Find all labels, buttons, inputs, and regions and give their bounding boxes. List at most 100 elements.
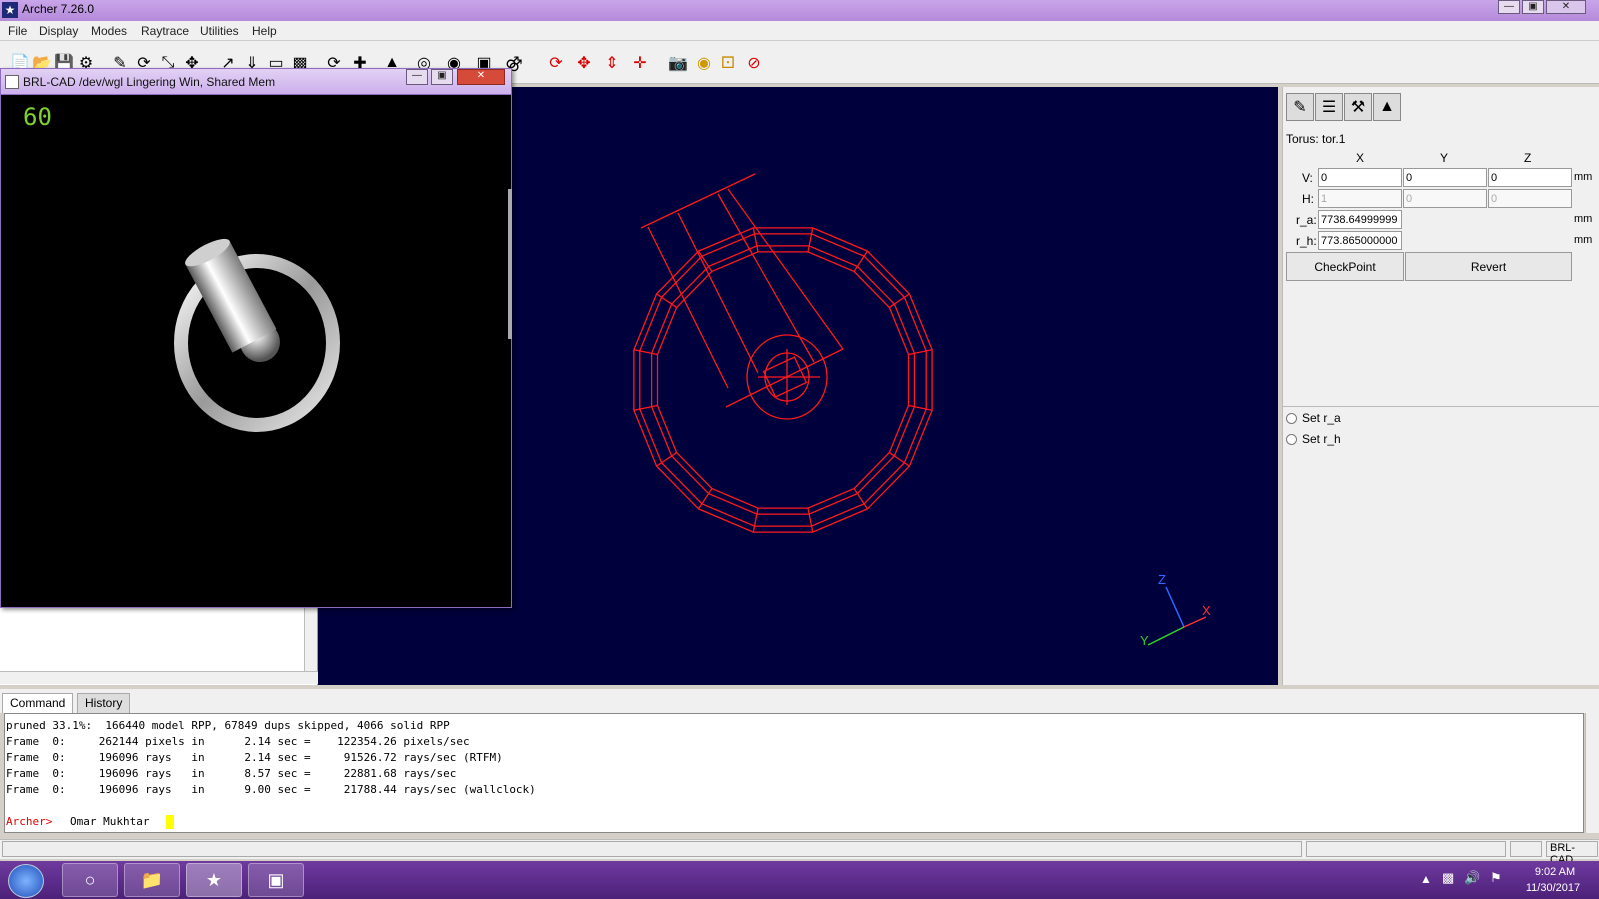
center-crosshair-icon[interactable]: ✛ [628, 50, 652, 76]
network-icon[interactable]: ▩ [1442, 870, 1454, 886]
torus-rib [908, 349, 933, 356]
status-app-label: BRL-CAD [1546, 841, 1598, 866]
raytrace-window[interactable]: BRL-CAD /dev/wgl Lingering Win, Shared M… [0, 68, 512, 608]
attributes-icon[interactable]: ☰ [1315, 93, 1343, 121]
torus-rib [633, 349, 658, 356]
menu-bar [0, 21, 1599, 41]
clock-time[interactable]: 9:02 AM [1525, 866, 1585, 878]
clean-icon[interactable]: ⚀ [716, 50, 740, 76]
panel-divider [1283, 406, 1599, 407]
close-icon[interactable]: ✕ [1546, 0, 1586, 14]
set-ra-label: Set r_a [1302, 411, 1341, 425]
torus-mid-edge [639, 233, 927, 527]
set-ra-radio[interactable] [1286, 413, 1297, 424]
tab-history[interactable]: History [77, 693, 131, 713]
console-line: Frame 0: 196096 rays in 8.57 sec = 22881… [6, 767, 457, 780]
minimize-icon[interactable]: — [1498, 0, 1520, 14]
console-line: Frame 0: 196096 rays in 9.00 sec = 21788… [6, 783, 536, 796]
torus-ribs [633, 227, 933, 533]
console-line: Frame 0: 262144 pixels in 2.14 sec = 122… [6, 735, 470, 748]
set-rh-label: Set r_h [1302, 432, 1341, 446]
window-title: Archer 7.26.0 [22, 2, 95, 16]
y-axis-label: Y [1140, 633, 1149, 648]
rh-input[interactable] [1318, 231, 1402, 250]
console-line: Frame 0: 196096 rays in 2.14 sec = 91526… [6, 751, 503, 764]
brlcad-figure-icon: ★ [2, 2, 18, 18]
menu-raytrace[interactable]: Raytrace [141, 24, 189, 38]
tools-icon[interactable]: ⚒ [1344, 93, 1372, 121]
torus-mid-edge [650, 245, 916, 515]
ra-input[interactable] [1318, 210, 1402, 229]
brlcad-window-task-icon[interactable]: ▣ [248, 863, 304, 897]
tree-vertical-scrollbar[interactable] [304, 600, 317, 672]
x-axis-line [1183, 616, 1207, 628]
rotate-red-icon[interactable]: ⟳ [544, 50, 568, 76]
scale-arrow-icon[interactable]: ⇕ [600, 50, 624, 76]
stop-raytrace-icon[interactable]: ⊘ [742, 50, 766, 76]
console-cursor [166, 815, 174, 829]
revert-button[interactable]: Revert [1405, 252, 1572, 281]
cylinder-wireframe [640, 173, 844, 420]
status-field [1510, 841, 1542, 857]
rh-unit-label: mm [1574, 234, 1593, 246]
torus-rib [752, 507, 759, 533]
edit-object-icon[interactable]: ✎ [1286, 93, 1314, 121]
menu-modes[interactable]: Modes [91, 24, 127, 38]
windows-start-icon[interactable] [8, 864, 44, 898]
cylinder-base-edge [725, 348, 844, 408]
z-axis-line [1165, 586, 1185, 628]
maximize-icon[interactable]: ▣ [1522, 0, 1544, 14]
torus-rib [807, 227, 814, 253]
title-bar [0, 0, 1599, 21]
set-rh-radio[interactable] [1286, 434, 1297, 445]
h-z-input [1488, 189, 1572, 208]
browser-task-icon[interactable]: ○ [62, 863, 118, 897]
cylinder-side-edge [647, 226, 729, 389]
close-icon[interactable]: ✕ [457, 69, 505, 85]
volume-icon[interactable]: 🔊 [1464, 870, 1480, 886]
tab-command[interactable]: Command [2, 693, 74, 713]
h-y-input [1403, 189, 1487, 208]
column-y-label: Y [1440, 151, 1449, 165]
view-properties-icon[interactable]: ▲ [1373, 93, 1401, 121]
translate-arrows-icon[interactable]: ✥ [572, 50, 596, 76]
clock-date[interactable]: 11/30/2017 [1518, 882, 1588, 894]
action-center-flag-icon[interactable]: ⚑ [1490, 870, 1502, 886]
z-axis-label: Z [1158, 572, 1166, 587]
archer-task-icon[interactable]: ★ [186, 863, 242, 897]
file-explorer-icon[interactable]: 📁 [124, 863, 180, 897]
ra-unit-label: mm [1574, 213, 1593, 225]
console-prompt: Archer> [6, 815, 53, 828]
menu-utilities[interactable]: Utilities [200, 24, 239, 38]
v-x-input[interactable] [1318, 168, 1402, 187]
torus-wireframe [633, 227, 933, 533]
menu-help[interactable]: Help [252, 24, 277, 38]
window-app-icon [5, 75, 19, 89]
object-label: Torus: tor.1 [1286, 132, 1346, 146]
cylinder-top-edge [640, 173, 756, 229]
camera-icon[interactable]: 📷 [666, 50, 690, 76]
v-unit-label: mm [1574, 171, 1593, 183]
menu-file[interactable]: File [8, 24, 27, 38]
y-axis-line [1147, 626, 1185, 646]
minimize-icon[interactable]: — [406, 69, 428, 85]
maximize-icon[interactable]: ▣ [431, 69, 453, 85]
nirt-icon[interactable]: ◉ [692, 50, 716, 76]
torus-rib [908, 404, 933, 411]
tab-bar [0, 689, 1599, 713]
rh-label: r_h: [1296, 234, 1317, 248]
raytrace-canvas [5, 97, 505, 603]
fps-counter: 60 [23, 103, 52, 131]
checkpoint-button[interactable]: CheckPoint [1286, 252, 1404, 281]
torus-rib [807, 507, 814, 533]
v-y-input[interactable] [1403, 168, 1487, 187]
menu-display[interactable]: Display [39, 24, 78, 38]
tree-horizontal-scrollbar[interactable] [0, 671, 318, 684]
raytrace-window-scrollbar[interactable] [508, 189, 512, 339]
console-input[interactable]: Omar Mukhtar [70, 815, 149, 828]
console-scrollbar[interactable] [1585, 713, 1599, 833]
h-label: H: [1302, 192, 1314, 206]
tray-expand-icon[interactable]: ▲ [1420, 872, 1432, 886]
v-z-input[interactable] [1488, 168, 1572, 187]
cylinder-side-edge [727, 188, 844, 350]
